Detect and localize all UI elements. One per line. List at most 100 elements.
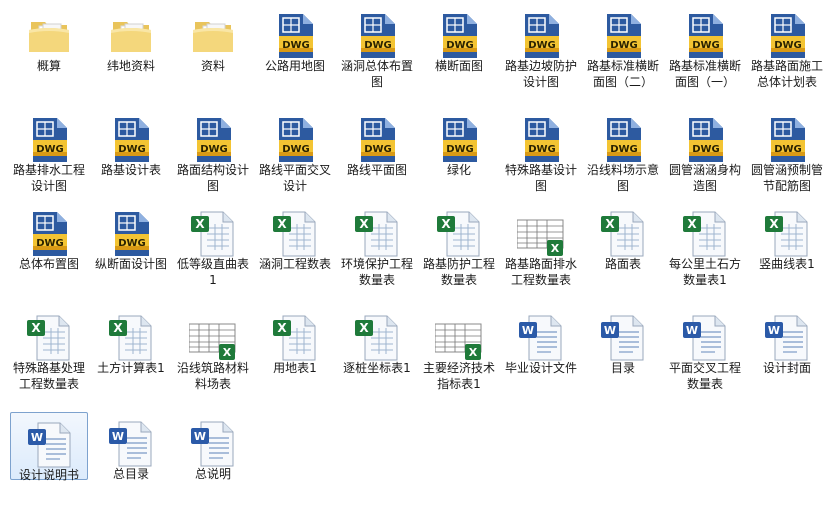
file-item-dwg[interactable]: DWG 沿线料场示意图	[584, 108, 662, 210]
dwg-badge-text: DWG	[610, 144, 638, 155]
svg-text:W: W	[686, 324, 698, 337]
dwg-badge-text: DWG	[282, 144, 310, 155]
svg-text:X: X	[469, 346, 478, 359]
svg-text:X: X	[441, 217, 451, 231]
excel-file-icon: X	[434, 314, 483, 362]
file-item-excel[interactable]: X 竖曲线表1	[748, 202, 826, 304]
file-label: 低等级直曲表1	[176, 257, 249, 287]
dwg-file-icon: DWG	[107, 116, 155, 164]
file-item-dwg[interactable]: DWG 路面结构设计图	[174, 108, 252, 210]
file-label: 路面表	[604, 257, 641, 271]
file-item-dwg[interactable]: DWG 总体布置图	[10, 202, 88, 304]
svg-text:X: X	[277, 321, 287, 335]
dwg-badge-text: DWG	[446, 40, 474, 51]
file-item-word[interactable]: W 毕业设计文件	[502, 306, 580, 408]
file-item-excel[interactable]: X 土方计算表1	[92, 306, 170, 408]
dwg-badge-text: DWG	[36, 238, 64, 249]
file-item-dwg[interactable]: DWG 路线平面交叉设计	[256, 108, 334, 210]
file-item-dwg[interactable]: DWG 路线平面图	[338, 108, 416, 210]
dwg-file-icon: DWG	[25, 116, 73, 164]
file-item-word[interactable]: W 总目录	[92, 412, 170, 481]
file-label: 路基标准横断面图（一）	[668, 59, 741, 89]
file-label: 设计说明书	[18, 468, 79, 482]
file-item-excel[interactable]: X 特殊路基处理工程数量表	[10, 306, 88, 408]
dwg-badge-text: DWG	[364, 40, 392, 51]
dwg-file-icon: DWG	[681, 116, 729, 164]
file-item-excel[interactable]: X 每公里土石方数量表1	[666, 202, 744, 304]
file-label: 资料	[200, 59, 225, 73]
dwg-badge-text: DWG	[118, 144, 146, 155]
file-item-word[interactable]: W 平面交叉工程数量表	[666, 306, 744, 408]
file-label: 涵洞总体布置图	[340, 59, 413, 89]
file-item-dwg[interactable]: DWG 特殊路基设计图	[502, 108, 580, 210]
file-item-excel[interactable]: X 逐桩坐标表1	[338, 306, 416, 408]
file-item-dwg[interactable]: DWG 路基边坡防护设计图	[502, 4, 580, 106]
file-label: 圆管涵涵身构造图	[668, 163, 741, 193]
file-label: 逐桩坐标表1	[343, 361, 411, 375]
file-item-excel-thumb[interactable]: X 沿线筑路材料料场表	[174, 306, 252, 408]
dwg-badge-text: DWG	[528, 144, 556, 155]
dwg-badge-text: DWG	[446, 144, 474, 155]
file-label: 路线平面图	[346, 163, 407, 177]
file-item-dwg[interactable]: DWG 圆管涵涵身构造图	[666, 108, 744, 210]
file-item-excel-thumb[interactable]: X 路基路面排水工程数量表	[502, 202, 580, 304]
excel-file-icon: X	[516, 210, 565, 258]
file-item-folder[interactable]: 资料	[174, 4, 252, 106]
dwg-file-icon: DWG	[599, 12, 647, 60]
file-item-folder[interactable]: 纬地资料	[92, 4, 170, 106]
file-label: 特殊路基处理工程数量表	[12, 361, 85, 391]
file-item-excel[interactable]: X 路基防护工程数量表	[420, 202, 498, 304]
dwg-badge-text: DWG	[282, 40, 310, 51]
svg-text:X: X	[223, 346, 232, 359]
file-item-excel[interactable]: X 环境保护工程数量表	[338, 202, 416, 304]
file-label: 土方计算表1	[97, 361, 165, 375]
file-item-dwg[interactable]: DWG 绿化	[420, 108, 498, 210]
dwg-badge-text: DWG	[200, 144, 228, 155]
file-label: 涵洞工程数表	[258, 257, 331, 271]
svg-text:X: X	[113, 321, 123, 335]
file-item-dwg[interactable]: DWG 横断面图	[420, 4, 498, 106]
dwg-badge-text: DWG	[692, 144, 720, 155]
file-item-folder[interactable]: 概算	[10, 4, 88, 106]
file-item-word[interactable]: W 总说明	[174, 412, 252, 481]
file-item-excel[interactable]: X 用地表1	[256, 306, 334, 408]
file-label: 主要经济技术指标表1	[422, 361, 495, 391]
file-label: 目录	[610, 361, 635, 375]
svg-text:X: X	[687, 217, 697, 231]
file-label: 总体布置图	[18, 257, 79, 271]
dwg-file-icon: DWG	[599, 116, 647, 164]
file-item-excel[interactable]: X 低等级直曲表1	[174, 202, 252, 304]
file-item-dwg[interactable]: DWG 路基排水工程设计图	[10, 108, 88, 210]
dwg-file-icon: DWG	[25, 210, 73, 258]
file-label: 概算	[36, 59, 61, 73]
file-item-dwg[interactable]: DWG 路基标准横断面图（一）	[666, 4, 744, 106]
file-label: 总说明	[194, 467, 231, 481]
file-item-word[interactable]: W 设计说明书	[10, 412, 88, 482]
dwg-file-icon: DWG	[107, 210, 155, 258]
svg-text:W: W	[768, 324, 780, 337]
file-label: 每公里土石方数量表1	[668, 257, 741, 287]
file-item-dwg[interactable]: DWG 路基设计表	[92, 108, 170, 210]
file-item-word[interactable]: W 设计封面	[748, 306, 826, 408]
file-item-dwg[interactable]: DWG 路基路面施工总体计划表	[748, 4, 826, 106]
dwg-file-icon: DWG	[353, 12, 401, 60]
svg-text:W: W	[112, 430, 124, 443]
file-item-dwg[interactable]: DWG 圆管涵预制管节配筋图	[748, 108, 826, 210]
file-item-dwg[interactable]: DWG 公路用地图	[256, 4, 334, 106]
file-item-excel-thumb[interactable]: X 主要经济技术指标表1	[420, 306, 498, 408]
svg-text:W: W	[194, 430, 206, 443]
file-item-excel[interactable]: X 涵洞工程数表	[256, 202, 334, 304]
svg-text:X: X	[31, 321, 41, 335]
file-label: 特殊路基设计图	[504, 163, 577, 193]
file-item-word[interactable]: W 目录	[584, 306, 662, 408]
excel-file-icon: X	[763, 210, 811, 258]
svg-text:W: W	[31, 431, 43, 444]
svg-text:X: X	[195, 217, 205, 231]
file-item-dwg[interactable]: DWG 涵洞总体布置图	[338, 4, 416, 106]
file-item-excel[interactable]: X 路面表	[584, 202, 662, 304]
file-item-dwg[interactable]: DWG 路基标准横断面图（二）	[584, 4, 662, 106]
svg-text:X: X	[359, 321, 369, 335]
dwg-badge-text: DWG	[528, 40, 556, 51]
file-item-dwg[interactable]: DWG 纵断面设计图	[92, 202, 170, 304]
dwg-file-icon: DWG	[189, 116, 237, 164]
